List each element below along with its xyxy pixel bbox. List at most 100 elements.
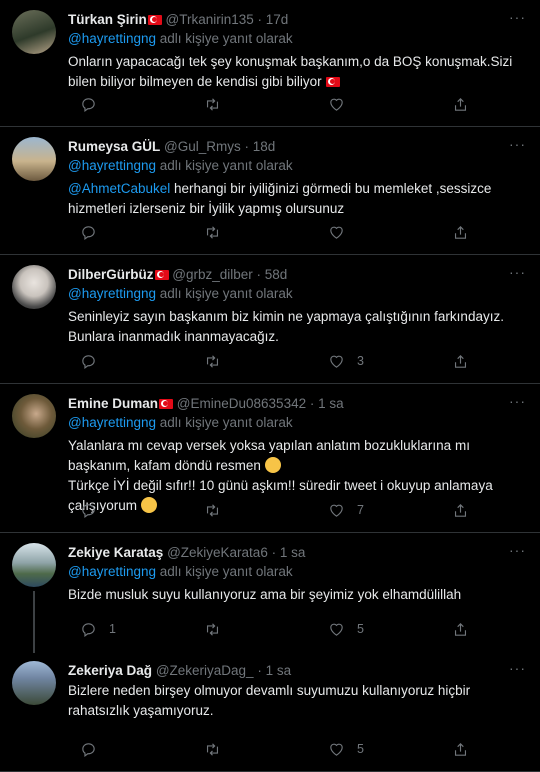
face-emoji xyxy=(264,457,281,473)
like-icon xyxy=(328,224,345,241)
share-button[interactable] xyxy=(440,741,469,758)
tweet[interactable]: Emine Duman @EmineDu08635342 · 1 sa ··· @h… xyxy=(0,384,540,533)
timestamp[interactable]: 18d xyxy=(253,139,276,154)
share-icon xyxy=(452,224,469,241)
reply-mention-link[interactable]: @hayrettingng xyxy=(68,415,156,430)
author-handle[interactable]: @ZekiyeKarata6 xyxy=(167,545,268,560)
timestamp[interactable]: 1 sa xyxy=(318,396,344,411)
reply-button[interactable] xyxy=(68,741,192,758)
tweet-feed: Türkan Şirin @Trkanirin135 · 17d ··· @hayr… xyxy=(0,0,540,772)
reply-mention-link[interactable]: @hayrettingng xyxy=(68,31,156,46)
reply-button[interactable] xyxy=(68,502,192,519)
retweet-button[interactable] xyxy=(192,353,316,370)
share-button[interactable] xyxy=(440,96,469,113)
tweet-text-segment: Yalanlara mı cevap versek yoksa yapılan … xyxy=(68,438,470,453)
more-options-icon[interactable]: ··· xyxy=(509,660,526,676)
avatar[interactable] xyxy=(12,10,56,54)
retweet-icon xyxy=(204,621,221,638)
avatar[interactable] xyxy=(12,394,56,438)
replying-to: @hayrettingng adlı kişiye yanıt olarak xyxy=(68,29,526,48)
more-options-icon[interactable]: ··· xyxy=(509,393,526,409)
reply-suffix: adlı kişiye yanıt olarak xyxy=(159,564,293,579)
tweet-actions: 5 xyxy=(68,731,469,767)
timestamp[interactable]: 1 sa xyxy=(266,663,292,678)
like-button[interactable] xyxy=(316,96,440,113)
avatar[interactable] xyxy=(12,543,56,587)
like-button[interactable]: 7 xyxy=(316,502,440,519)
avatar[interactable] xyxy=(12,265,56,309)
avatar[interactable] xyxy=(12,661,56,705)
turkey-flag-icon xyxy=(154,270,169,280)
tweet-text-line: Seninleyiz sayın başkanım biz kimin ne y… xyxy=(68,307,526,327)
retweet-button[interactable] xyxy=(192,96,316,113)
separator-dot: · xyxy=(253,663,266,678)
author-handle[interactable]: @EmineDu08635342 xyxy=(177,396,306,411)
tweet[interactable]: Türkan Şirin @Trkanirin135 · 17d ··· @hayr… xyxy=(0,0,540,127)
timestamp[interactable]: 17d xyxy=(266,12,289,27)
like-button[interactable]: 5 xyxy=(316,621,440,638)
reply-button[interactable]: 1 xyxy=(68,621,192,638)
more-options-icon[interactable]: ··· xyxy=(509,9,526,25)
reply-icon xyxy=(80,502,97,519)
tweet-header: DilberGürbüz @grbz_dilber · 58d xyxy=(68,265,526,284)
share-icon xyxy=(452,502,469,519)
retweet-button[interactable] xyxy=(192,502,316,519)
reply-mention-link[interactable]: @hayrettingng xyxy=(68,158,156,173)
more-options-icon[interactable]: ··· xyxy=(509,136,526,152)
tweet[interactable]: DilberGürbüz @grbz_dilber · 58d ··· @hayre… xyxy=(0,255,540,384)
reply-icon xyxy=(80,224,97,241)
tweet-text-line: rahatsızlık yaşamıyoruz. xyxy=(68,701,526,721)
like-icon xyxy=(328,353,345,370)
like-icon xyxy=(328,621,345,638)
author-handle[interactable]: @Trkanirin135 xyxy=(166,12,254,27)
timestamp[interactable]: 58d xyxy=(265,267,288,282)
author-name[interactable]: Zekiye Karataş xyxy=(68,545,163,560)
mention-link[interactable]: @AhmetCabukel xyxy=(68,181,170,196)
reply-button[interactable] xyxy=(68,224,192,241)
share-button[interactable] xyxy=(440,353,469,370)
like-icon xyxy=(328,741,345,758)
reply-mention-link[interactable]: @hayrettingng xyxy=(68,564,156,579)
timestamp[interactable]: 1 sa xyxy=(280,545,306,560)
tweet-text: Bizlere neden birşey olmuyor devamlı suy… xyxy=(68,681,526,721)
author-name[interactable]: Türkan Şirin xyxy=(68,12,147,27)
tweet-text-segment: Bunlara inanmadık inanmayacağız. xyxy=(68,329,279,344)
author-handle[interactable]: @grbz_dilber xyxy=(172,267,253,282)
like-button[interactable]: 3 xyxy=(316,353,440,370)
reply-icon xyxy=(80,96,97,113)
replying-to: @hayrettingng adlı kişiye yanıt olarak xyxy=(68,413,526,432)
like-button[interactable]: 5 xyxy=(316,741,440,758)
author-name[interactable]: Rumeysa GÜL xyxy=(68,139,160,154)
replying-to: @hayrettingng adlı kişiye yanıt olarak xyxy=(68,562,526,581)
reply-button[interactable] xyxy=(68,353,192,370)
tweet-text-segment: Onların yapacacağı tek şey konuşmak başk… xyxy=(68,54,513,69)
like-button[interactable] xyxy=(316,224,440,241)
author-handle[interactable]: @ZekeriyaDag_ xyxy=(156,663,254,678)
like-count: 5 xyxy=(357,622,364,636)
tweet-header: Rumeysa GÜL @Gul_Rmys · 18d xyxy=(68,137,526,156)
turkey-flag-icon xyxy=(159,399,174,409)
tweet[interactable]: Zekeriya Dağ @ZekeriyaDag_ · 1 sa ··· Bizl… xyxy=(0,651,540,772)
separator-dot: · xyxy=(252,267,265,282)
avatar[interactable] xyxy=(12,137,56,181)
retweet-button[interactable] xyxy=(192,224,316,241)
author-name[interactable]: DilberGürbüz xyxy=(68,267,154,282)
retweet-button[interactable] xyxy=(192,621,316,638)
more-options-icon[interactable]: ··· xyxy=(509,542,526,558)
retweet-icon xyxy=(204,96,221,113)
author-name[interactable]: Zekeriya Dağ xyxy=(68,663,152,678)
share-button[interactable] xyxy=(440,621,469,638)
reply-mention-link[interactable]: @hayrettingng xyxy=(68,286,156,301)
retweet-button[interactable] xyxy=(192,741,316,758)
retweet-icon xyxy=(204,224,221,241)
share-button[interactable] xyxy=(440,224,469,241)
tweet[interactable]: Rumeysa GÜL @Gul_Rmys · 18d ··· @hayrettin… xyxy=(0,127,540,255)
author-handle[interactable]: @Gul_Rmys xyxy=(164,139,241,154)
reply-suffix: adlı kişiye yanıt olarak xyxy=(159,158,293,173)
author-name[interactable]: Emine Duman xyxy=(68,396,158,411)
tweet-text-line: Yalanlara mı cevap versek yoksa yapılan … xyxy=(68,436,526,456)
share-button[interactable] xyxy=(440,502,469,519)
reply-button[interactable] xyxy=(68,96,192,113)
tweet[interactable]: Zekiye Karataş @ZekiyeKarata6 · 1 sa ··· @… xyxy=(0,533,540,653)
more-options-icon[interactable]: ··· xyxy=(509,264,526,280)
